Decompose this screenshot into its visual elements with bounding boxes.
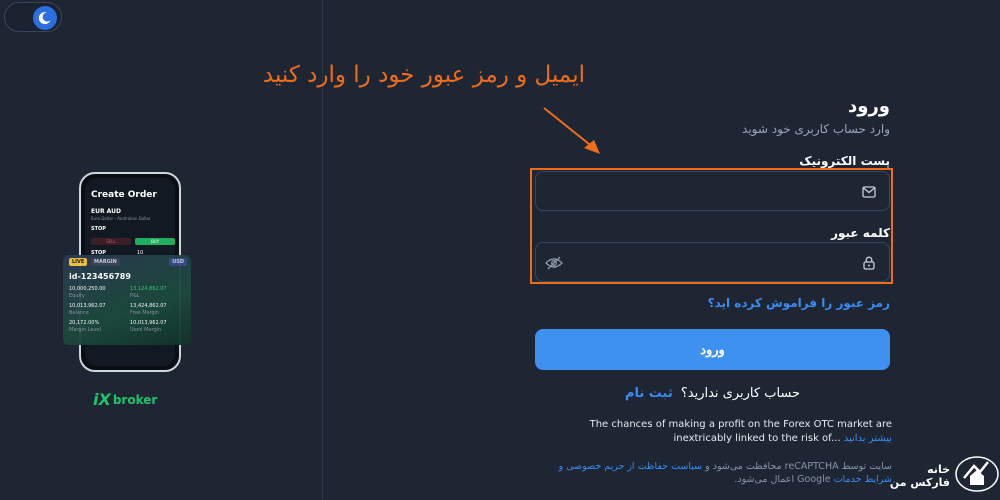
risk-disclaimer: The chances of making a profit on the Fo… [540, 418, 892, 446]
email-label: پست الکترونیک [799, 154, 890, 168]
forgot-password-link[interactable]: رمز عبور را فراموش کرده اید؟ [708, 296, 890, 310]
signup-row: حساب کاربری ندارید؟ ثبت نام [535, 386, 890, 401]
phone-pair: EUR AUD [91, 208, 121, 215]
margin-level-value: 20,172.00% [69, 320, 100, 326]
account-id: id-123456789 [69, 272, 131, 281]
site-watermark: خانه فارکس من [886, 454, 1000, 498]
annotation-arrow [543, 107, 600, 154]
logo-mark: iX [93, 390, 111, 409]
eye-off-icon[interactable] [544, 253, 564, 273]
watermark-text: خانه فارکس من [889, 463, 950, 489]
live-badge: LIVE [69, 258, 88, 266]
margin-badge: MARGIN [91, 258, 120, 266]
lock-icon [859, 253, 879, 273]
ixbroker-logo: iX broker [93, 390, 157, 409]
email-field[interactable] [535, 171, 890, 211]
phone-pair-desc: Euro Dollar - Australian Dollar [91, 216, 151, 221]
pl-value: 13,124,862.07 [130, 286, 167, 292]
page-subtitle: وارد حساب کاربری خود شوید [742, 122, 890, 136]
pl-label: P&L [130, 293, 140, 299]
mail-icon [859, 182, 879, 202]
phone-buy: BUY [135, 238, 175, 245]
signup-link[interactable]: ثبت نام [625, 386, 673, 401]
free-margin-label: Free Margin [130, 310, 160, 316]
logo-text: broker [112, 392, 158, 407]
login-button[interactable]: ورود [535, 329, 890, 370]
signup-prompt: حساب کاربری ندارید؟ [680, 386, 801, 401]
free-margin-value: 13,424,862.07 [130, 303, 167, 309]
margin-level-label: Margin Level [69, 327, 101, 333]
balance-label: Balance [69, 310, 89, 316]
balance-value: 10,013,962.07 [69, 303, 106, 309]
phone-stop: STOP [91, 226, 106, 232]
recaptcha-notice: سایت توسط reCAPTCHA محافظت می‌شود و سیاس… [540, 460, 892, 486]
page-title: ورود [848, 96, 890, 117]
used-margin-label: Used Margin [130, 327, 162, 333]
account-card: LIVE MARGIN USD id-123456789 10,000,250.… [63, 255, 191, 345]
equity-value: 10,000,250.00 [69, 286, 106, 292]
equity-label: Equity [69, 293, 85, 299]
instruction-annotation: ایمیل و رمز عبور خود را وارد کنید [262, 62, 585, 88]
phone-title: Create Order [91, 190, 157, 200]
learn-more-link[interactable]: بیشتر بدانید [844, 433, 892, 444]
currency-badge: USD [169, 258, 187, 266]
recaptcha-text: سایت توسط reCAPTCHA محافظت می‌شود و [705, 461, 892, 472]
recaptcha-suffix: Google اعمال می‌شود. [734, 474, 831, 485]
phone-sell: SELL [91, 238, 131, 245]
moon-icon [33, 6, 57, 30]
watermark-logo-icon [954, 454, 1000, 498]
theme-toggle[interactable] [4, 2, 62, 32]
password-field[interactable] [535, 242, 890, 282]
password-label: کلمه عبور [831, 226, 890, 240]
used-margin-value: 10,013,962.07 [130, 320, 167, 326]
